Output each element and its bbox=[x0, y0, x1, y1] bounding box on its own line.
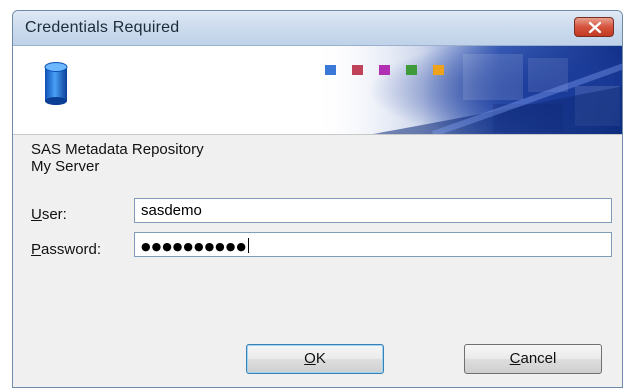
close-icon bbox=[588, 21, 602, 34]
password-label: Password: bbox=[31, 241, 102, 258]
connection-info: SAS Metadata Repository My Server bbox=[31, 141, 204, 175]
database-icon bbox=[44, 62, 68, 105]
ok-button[interactable]: OK bbox=[246, 344, 384, 374]
server-name: My Server bbox=[31, 158, 100, 175]
title-bar[interactable]: Credentials Required bbox=[13, 11, 622, 46]
banner bbox=[13, 46, 622, 135]
repository-name: SAS Metadata Repository bbox=[31, 141, 204, 158]
brand-square bbox=[379, 65, 390, 75]
credentials-dialog: Credentials Required SAS Metadata Reposi… bbox=[12, 10, 623, 388]
text-caret bbox=[247, 237, 249, 253]
cancel-button[interactable]: Cancel bbox=[464, 344, 602, 374]
user-label: User: bbox=[31, 206, 67, 223]
brand-square bbox=[352, 65, 363, 75]
brand-square bbox=[406, 65, 417, 75]
brand-square bbox=[433, 65, 444, 75]
brand-square bbox=[325, 65, 336, 75]
dialog-title: Credentials Required bbox=[25, 19, 180, 36]
close-button[interactable] bbox=[574, 17, 614, 37]
password-field[interactable]: ●●●●●●●●●● bbox=[134, 232, 612, 257]
user-field[interactable]: sasdemo bbox=[134, 198, 612, 223]
banner-graphic bbox=[313, 46, 622, 134]
